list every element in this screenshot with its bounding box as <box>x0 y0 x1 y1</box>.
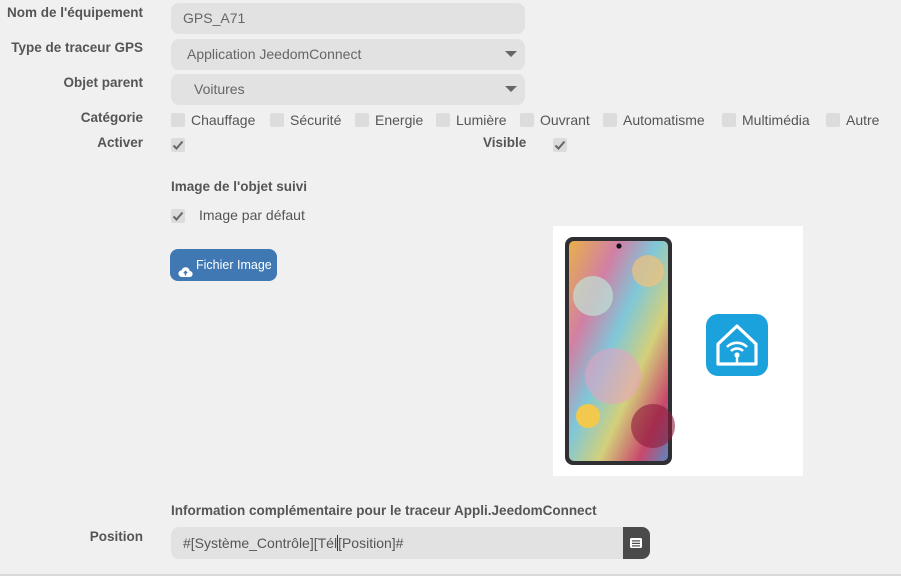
cloud-upload-icon <box>178 258 193 290</box>
image-section-title: Image de l'objet suivi <box>171 179 307 194</box>
file-image-button[interactable]: Fichier Image <box>170 249 277 281</box>
check-icon <box>554 140 566 150</box>
list-icon <box>630 538 642 548</box>
category-label-lumiere: Lumière <box>456 112 507 128</box>
category-checkbox-ouvrant[interactable] <box>520 113 534 127</box>
check-icon <box>172 211 184 221</box>
position-label: Position <box>89 529 143 544</box>
category-label-autre: Autre <box>846 112 880 128</box>
category-checkbox-automatisme[interactable] <box>603 113 617 127</box>
category-label-energie: Energie <box>375 112 424 128</box>
position-value-part2: [Position]# <box>338 535 404 551</box>
parent-object-value: Voitures <box>194 81 245 97</box>
category-checkbox-chauffage[interactable] <box>171 113 185 127</box>
category-checkbox-energie[interactable] <box>355 113 369 127</box>
position-select-button[interactable] <box>623 527 650 559</box>
home-wifi-icon <box>716 324 758 366</box>
default-image-checkbox[interactable] <box>171 209 185 223</box>
category-label-chauffage: Chauffage <box>191 112 256 128</box>
chevron-down-icon <box>505 86 517 92</box>
activate-checkbox[interactable] <box>171 138 185 152</box>
visible-checkbox[interactable] <box>553 138 567 152</box>
category-checkbox-securite[interactable] <box>270 113 284 127</box>
jeedom-connect-app-icon <box>706 314 768 376</box>
category-label-securite: Sécurité <box>290 112 342 128</box>
category-checkbox-lumiere[interactable] <box>436 113 450 127</box>
category-label-multimedia: Multimédia <box>742 112 810 128</box>
parent-object-select[interactable]: Voitures <box>171 74 525 105</box>
extra-info-title: Information complémentaire pour le trace… <box>171 503 597 518</box>
name-input-value: GPS_A71 <box>183 10 246 26</box>
chevron-down-icon <box>505 51 517 57</box>
tracker-type-value: Application JeedomConnect <box>187 46 362 62</box>
category-checkbox-autre[interactable] <box>826 113 840 127</box>
category-label-automatisme: Automatisme <box>623 112 705 128</box>
name-input[interactable]: GPS_A71 <box>171 3 525 34</box>
file-image-button-label: Fichier Image <box>196 258 272 272</box>
parent-object-label: Objet parent <box>63 75 143 90</box>
category-label: Catégorie <box>80 110 143 125</box>
activate-label: Activer <box>97 135 143 150</box>
position-input[interactable]: #[Système_Contrôle][Tél[Position]# <box>171 527 623 559</box>
name-label: Nom de l'équipement <box>7 5 143 20</box>
tracker-type-label: Type de traceur GPS <box>11 40 143 55</box>
position-value-part1: #[Système_Contrôle][Tél <box>183 535 338 551</box>
object-image-preview <box>553 226 803 476</box>
check-icon <box>172 140 184 150</box>
tracker-type-select[interactable]: Application JeedomConnect <box>171 39 525 70</box>
default-image-label: Image par défaut <box>199 207 305 223</box>
category-label-ouvrant: Ouvrant <box>540 112 590 128</box>
visible-label: Visible <box>483 135 527 150</box>
category-checkbox-multimedia[interactable] <box>722 113 736 127</box>
